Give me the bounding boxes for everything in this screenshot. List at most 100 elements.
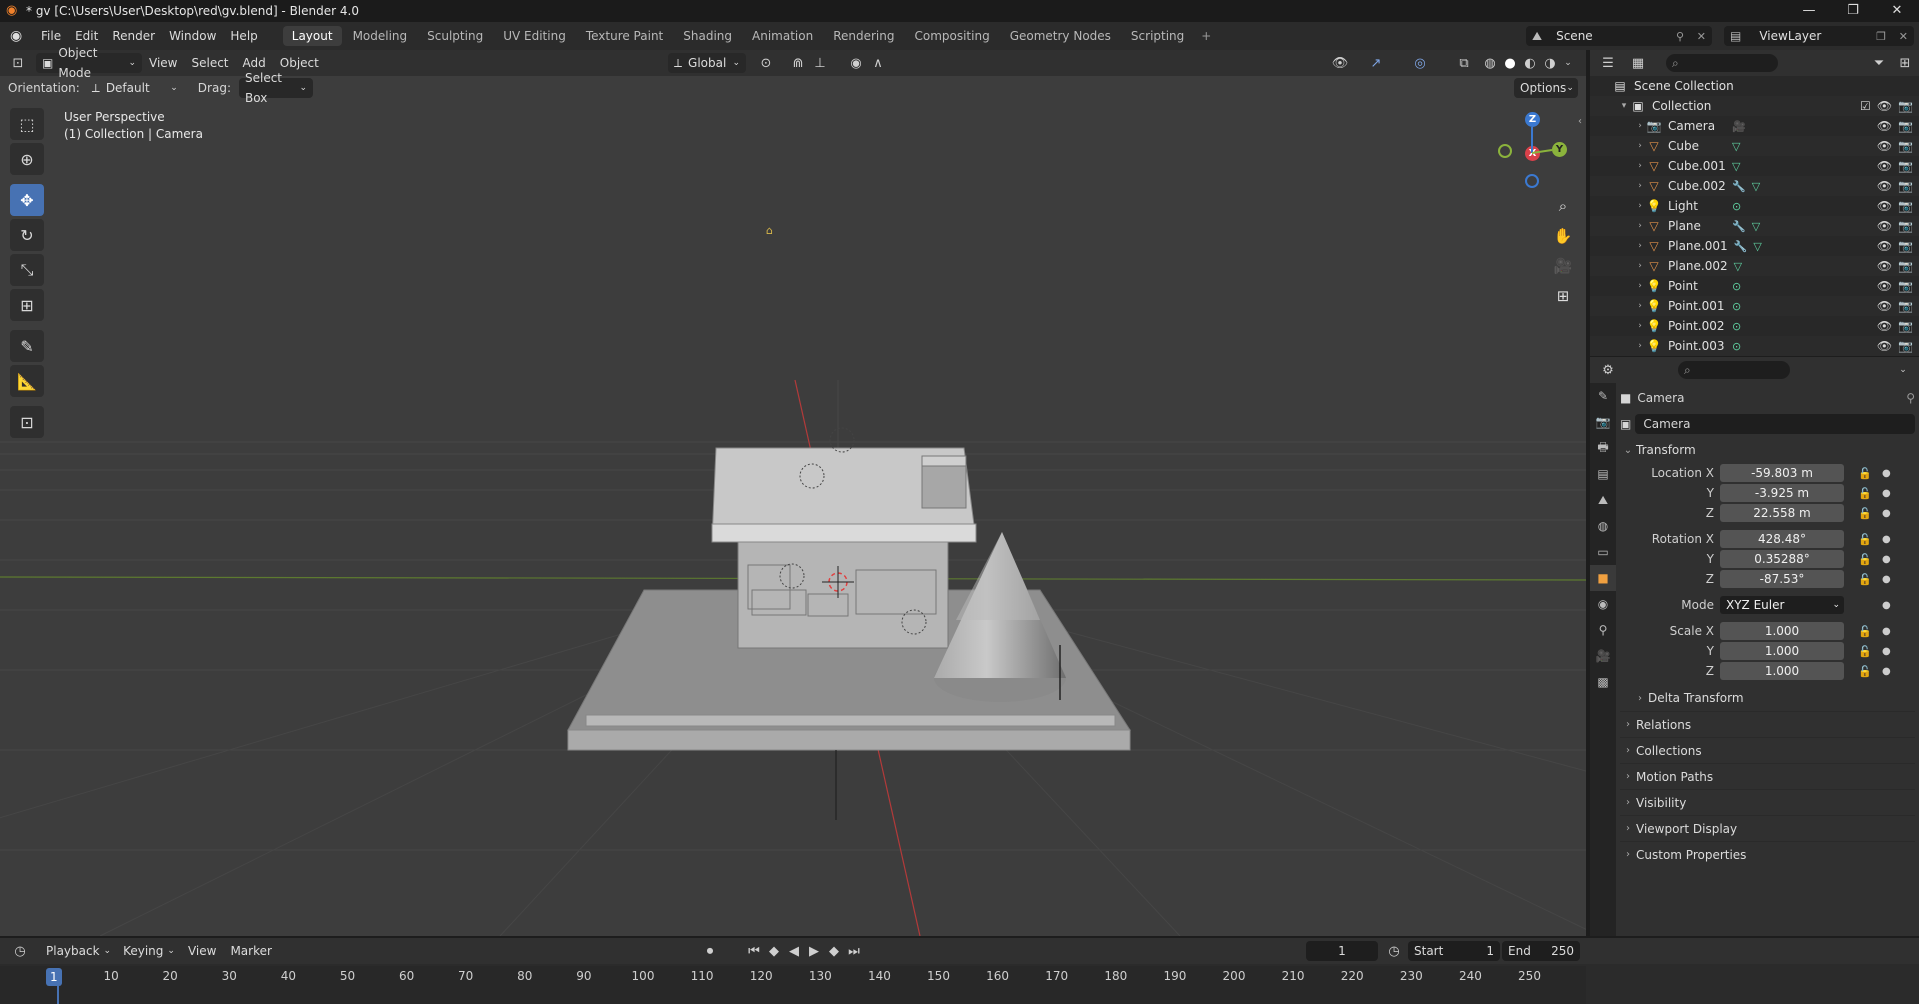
material-shading-icon[interactable]: ◐ bbox=[1520, 53, 1540, 73]
location-x-field[interactable]: -59.803 m bbox=[1720, 464, 1844, 482]
mesh-data-icon[interactable]: ▽ bbox=[1753, 240, 1761, 253]
lock-icon[interactable]: 🔓 bbox=[1858, 553, 1872, 566]
modifier-icon[interactable]: 🔧 bbox=[1732, 180, 1746, 193]
shading-options-icon[interactable]: ⌄ bbox=[1558, 53, 1578, 73]
start-frame-field[interactable]: Start 1 bbox=[1408, 941, 1500, 961]
snap-target-icon[interactable]: ⊥ bbox=[810, 53, 830, 73]
transform-orientation-dropdown[interactable]: ⟂ Global ⌄ bbox=[668, 53, 746, 73]
scale-z-field[interactable]: 1.000 bbox=[1720, 662, 1844, 680]
eye-icon[interactable]: 👁 bbox=[1877, 239, 1892, 253]
expand-icon[interactable]: ▾ bbox=[1618, 101, 1630, 111]
auto-keying-icon[interactable]: ⏺ bbox=[700, 941, 720, 961]
eye-icon[interactable]: 👁 bbox=[1877, 259, 1892, 273]
outliner-item-row[interactable]: › ▽ Plane.002 ▽ 👁 📷 bbox=[1590, 256, 1919, 276]
xray-toggle-icon[interactable]: ⧉ bbox=[1454, 53, 1474, 73]
eye-icon[interactable]: 👁 bbox=[1877, 139, 1892, 153]
panel-header[interactable]: › Relations bbox=[1620, 711, 1915, 737]
expand-icon[interactable]: › bbox=[1634, 281, 1646, 291]
checkbox-icon[interactable]: ☑ bbox=[1860, 99, 1871, 113]
gizmo-x-axis[interactable]: X bbox=[1525, 146, 1540, 161]
tab-modeling[interactable]: Modeling bbox=[344, 26, 417, 46]
scene-selector[interactable]: ⛰ Scene ⚲ ✕ bbox=[1526, 26, 1712, 46]
outliner-editor-icon[interactable]: ☰ bbox=[1598, 53, 1618, 73]
gizmo-y-axis[interactable]: Y bbox=[1552, 142, 1567, 157]
next-keyframe-icon[interactable]: ◆ bbox=[824, 941, 844, 961]
close-scene-icon[interactable]: ✕ bbox=[1697, 30, 1706, 43]
expand-icon[interactable]: › bbox=[1634, 301, 1646, 311]
render-tab-icon[interactable]: 📷 bbox=[1590, 409, 1616, 435]
add-workspace-button[interactable]: + bbox=[1195, 26, 1217, 46]
editor-type-icon[interactable]: ⊡ bbox=[8, 53, 28, 73]
light-data-icon[interactable]: ⊙ bbox=[1732, 200, 1741, 213]
menu-view[interactable]: View bbox=[142, 49, 184, 77]
new-collection-icon[interactable]: ⊞ bbox=[1895, 53, 1915, 73]
texture-tab-icon[interactable]: ▩ bbox=[1590, 669, 1616, 695]
tab-sculpting[interactable]: Sculpting bbox=[418, 26, 492, 46]
render-camera-icon[interactable]: 📷 bbox=[1898, 99, 1913, 113]
eye-icon[interactable]: 👁 bbox=[1877, 299, 1892, 313]
jump-end-icon[interactable]: ⏭ bbox=[844, 941, 864, 961]
keyframe-dot-icon[interactable]: ● bbox=[1882, 666, 1891, 677]
timeline-view-menu[interactable]: View bbox=[181, 937, 223, 965]
render-camera-icon[interactable]: 📷 bbox=[1898, 219, 1913, 233]
jump-start-icon[interactable]: ⏮ bbox=[744, 941, 764, 961]
physics-tab-icon[interactable]: ◉ bbox=[1590, 591, 1616, 617]
tab-geometry-nodes[interactable]: Geometry Nodes bbox=[1001, 26, 1120, 46]
keyframe-dot-icon[interactable]: ● bbox=[1882, 600, 1891, 611]
preview-range-icon[interactable]: ◷ bbox=[1384, 941, 1404, 961]
location-z-field[interactable]: 22.558 m bbox=[1720, 504, 1844, 522]
lock-icon[interactable]: 🔓 bbox=[1858, 487, 1872, 500]
viewlayer-selector[interactable]: ▤ ViewLayer ❐ ✕ bbox=[1724, 26, 1914, 46]
pin-icon[interactable]: ⚲ bbox=[1906, 391, 1915, 405]
location-y-field[interactable]: -3.925 m bbox=[1720, 484, 1844, 502]
render-camera-icon[interactable]: 📷 bbox=[1898, 119, 1913, 133]
expand-icon[interactable]: › bbox=[1634, 201, 1646, 211]
light-data-icon[interactable]: ⊙ bbox=[1732, 300, 1741, 313]
object-name-field[interactable]: Camera bbox=[1635, 414, 1915, 434]
panel-header[interactable]: › Collections bbox=[1620, 737, 1915, 763]
expand-icon[interactable]: › bbox=[1634, 121, 1646, 131]
orientation-default-dropdown[interactable]: ⟂ Default ⌄ bbox=[86, 78, 184, 98]
transform-panel-header[interactable]: ⌄ Transform bbox=[1620, 437, 1915, 463]
output-tab-icon[interactable]: 🖶 bbox=[1590, 435, 1616, 461]
expand-icon[interactable]: › bbox=[1634, 341, 1646, 351]
outliner-item-row[interactable]: › ▽ Plane.001 🔧 ▽ 👁 📷 bbox=[1590, 236, 1919, 256]
eye-icon[interactable]: 👁 bbox=[1877, 159, 1892, 173]
collection-tab-icon[interactable]: ▭ bbox=[1590, 539, 1616, 565]
3d-viewport[interactable]: ⌂ User Perspective (1) Collection | Came… bbox=[0, 50, 1586, 936]
navigation-gizmo[interactable]: Z X Y bbox=[1488, 108, 1568, 188]
outliner-item-row[interactable]: › 💡 Light ⊙ 👁 📷 bbox=[1590, 196, 1919, 216]
light-data-icon[interactable]: ⊙ bbox=[1732, 340, 1741, 353]
render-camera-icon[interactable]: 📷 bbox=[1898, 279, 1913, 293]
scale-tool-icon[interactable]: ⤡ bbox=[10, 254, 44, 286]
expand-icon[interactable]: › bbox=[1634, 221, 1646, 231]
lock-icon[interactable]: 🔓 bbox=[1858, 533, 1872, 546]
eye-icon[interactable]: 👁 bbox=[1877, 319, 1892, 333]
render-camera-icon[interactable]: 📷 bbox=[1898, 199, 1913, 213]
outliner-item-row[interactable]: › 💡 Point.001 ⊙ 👁 📷 bbox=[1590, 296, 1919, 316]
object-tab-icon[interactable]: ■ bbox=[1590, 565, 1616, 591]
scale-y-field[interactable]: 1.000 bbox=[1720, 642, 1844, 660]
scale-x-field[interactable]: 1.000 bbox=[1720, 622, 1844, 640]
world-tab-icon[interactable]: ◍ bbox=[1590, 513, 1616, 539]
minimize-button[interactable]: — bbox=[1787, 0, 1831, 22]
pan-hand-icon[interactable]: ✋ bbox=[1549, 222, 1577, 250]
render-camera-icon[interactable]: 📷 bbox=[1898, 159, 1913, 173]
properties-search-input[interactable]: ⌕ bbox=[1678, 361, 1790, 379]
play-icon[interactable]: ▶ bbox=[804, 941, 824, 961]
object-type-icon[interactable]: ▣ bbox=[1620, 417, 1631, 431]
current-frame-field[interactable]: 1 bbox=[1306, 941, 1378, 961]
delta-transform-header[interactable]: › Delta Transform bbox=[1620, 685, 1915, 711]
modifier-icon[interactable]: 🔧 bbox=[1734, 240, 1748, 253]
keyframe-dot-icon[interactable]: ● bbox=[1882, 646, 1891, 657]
keying-menu[interactable]: Keying ⌄ bbox=[117, 941, 181, 961]
render-camera-icon[interactable]: 📷 bbox=[1898, 299, 1913, 313]
visibility-filter-icon[interactable]: 👁 bbox=[1330, 53, 1350, 73]
menu-help[interactable]: Help bbox=[223, 22, 264, 50]
rotation-y-field[interactable]: 0.35288° bbox=[1720, 550, 1844, 568]
pin-icon[interactable]: ⚲ bbox=[1676, 30, 1684, 43]
wireframe-shading-icon[interactable]: ◍ bbox=[1480, 53, 1500, 73]
expand-icon[interactable]: › bbox=[1634, 181, 1646, 191]
camera-view-icon[interactable]: 🎥 bbox=[1549, 252, 1577, 280]
outliner-item-row[interactable]: › ▽ Plane 🔧 ▽ 👁 📷 bbox=[1590, 216, 1919, 236]
